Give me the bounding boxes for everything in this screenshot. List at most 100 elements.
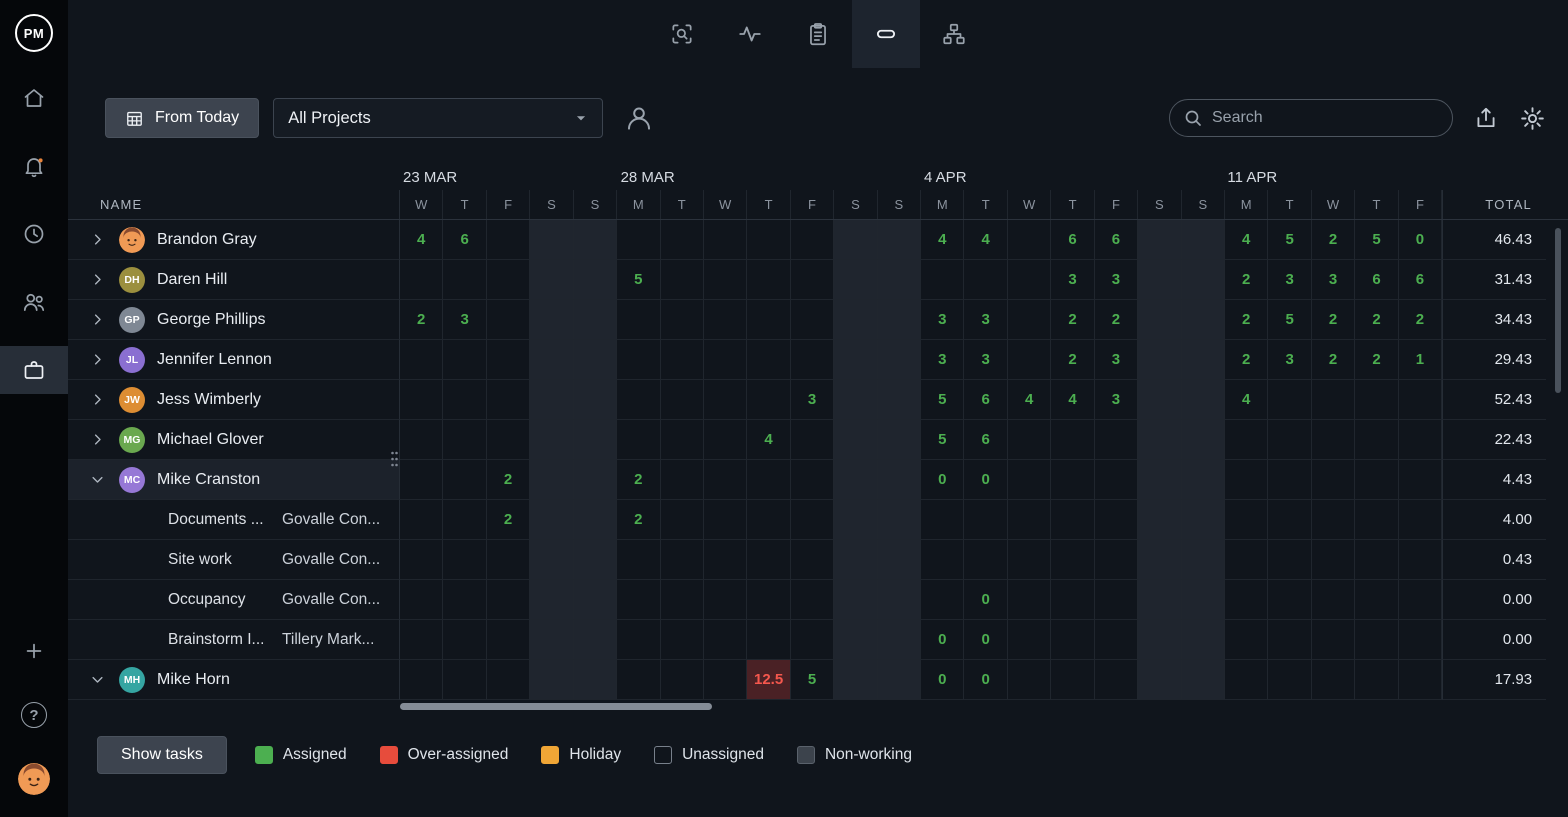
person-row[interactable]: MCMike Cranston22004.43 <box>68 460 1568 500</box>
day-cell[interactable]: 3 <box>921 340 964 380</box>
day-cell[interactable] <box>834 220 877 260</box>
day-cell[interactable] <box>530 460 573 500</box>
pm-logo[interactable]: PM <box>15 14 53 52</box>
day-cell[interactable] <box>1355 660 1398 700</box>
day-cell[interactable] <box>530 260 573 300</box>
day-cell[interactable] <box>530 300 573 340</box>
day-cell[interactable] <box>878 300 921 340</box>
day-cell[interactable] <box>1399 580 1442 620</box>
day-cell[interactable] <box>1138 540 1181 580</box>
day-cell[interactable] <box>1182 460 1225 500</box>
day-cell[interactable]: 2 <box>1355 300 1398 340</box>
day-cell[interactable]: 2 <box>1051 300 1094 340</box>
day-cell[interactable] <box>834 380 877 420</box>
day-cell[interactable] <box>964 260 1007 300</box>
chevron-right-icon[interactable] <box>90 352 106 367</box>
day-cell[interactable] <box>1182 300 1225 340</box>
day-cell[interactable] <box>617 220 660 260</box>
day-cell[interactable]: 3 <box>443 300 486 340</box>
chevron-down-icon[interactable] <box>90 472 106 487</box>
day-cell[interactable]: 3 <box>964 300 1007 340</box>
day-cell[interactable] <box>1095 660 1138 700</box>
day-cell[interactable] <box>617 300 660 340</box>
day-cell[interactable] <box>487 300 530 340</box>
day-cell[interactable] <box>443 580 486 620</box>
day-cell[interactable] <box>791 260 834 300</box>
day-cell[interactable] <box>1268 380 1311 420</box>
time-clock-icon[interactable] <box>0 210 68 258</box>
day-cell[interactable] <box>1225 540 1268 580</box>
day-cell[interactable] <box>704 500 747 540</box>
day-cell[interactable]: 4 <box>1051 380 1094 420</box>
day-cell[interactable] <box>530 500 573 540</box>
day-cell[interactable]: 5 <box>1268 300 1311 340</box>
day-cell[interactable] <box>747 500 790 540</box>
day-cell[interactable] <box>791 220 834 260</box>
day-cell[interactable] <box>747 380 790 420</box>
task-row[interactable]: Site workGovalle Con...0.43 <box>68 540 1568 580</box>
day-cell[interactable] <box>791 500 834 540</box>
day-cell[interactable] <box>878 380 921 420</box>
day-cell[interactable] <box>661 260 704 300</box>
day-cell[interactable] <box>617 420 660 460</box>
day-cell[interactable] <box>834 340 877 380</box>
day-cell[interactable]: 3 <box>1268 260 1311 300</box>
add-plus-icon[interactable] <box>0 627 68 675</box>
person-row[interactable]: MHMike Horn12.550017.93 <box>68 660 1568 700</box>
day-cell[interactable]: 2 <box>400 300 443 340</box>
day-cell[interactable] <box>400 460 443 500</box>
day-cell[interactable]: 4 <box>921 220 964 260</box>
day-cell[interactable] <box>1182 500 1225 540</box>
day-cell[interactable] <box>791 540 834 580</box>
day-cell[interactable] <box>661 420 704 460</box>
day-cell[interactable] <box>1051 460 1094 500</box>
day-cell[interactable] <box>747 300 790 340</box>
day-cell[interactable] <box>617 620 660 660</box>
day-cell[interactable] <box>1008 340 1051 380</box>
day-cell[interactable] <box>487 340 530 380</box>
day-cell[interactable] <box>661 460 704 500</box>
day-cell[interactable] <box>1399 380 1442 420</box>
day-cell[interactable] <box>1182 340 1225 380</box>
day-cell[interactable] <box>1138 340 1181 380</box>
day-cell[interactable] <box>1138 500 1181 540</box>
day-cell[interactable] <box>530 340 573 380</box>
day-cell[interactable] <box>1138 300 1181 340</box>
day-cell[interactable]: 5 <box>921 420 964 460</box>
day-cell[interactable] <box>443 420 486 460</box>
day-cell[interactable] <box>747 220 790 260</box>
horizontal-scrollbar[interactable] <box>400 700 1442 710</box>
day-cell[interactable] <box>661 500 704 540</box>
day-cell[interactable] <box>878 260 921 300</box>
day-cell[interactable] <box>400 620 443 660</box>
scan-search-icon[interactable] <box>648 0 716 68</box>
day-cell[interactable] <box>1051 540 1094 580</box>
day-cell[interactable] <box>878 340 921 380</box>
day-cell[interactable] <box>443 500 486 540</box>
day-cell[interactable] <box>443 540 486 580</box>
day-cell[interactable]: 4 <box>1225 380 1268 420</box>
day-cell[interactable]: 5 <box>617 260 660 300</box>
day-cell[interactable]: 2 <box>617 460 660 500</box>
day-cell[interactable] <box>1008 540 1051 580</box>
day-cell[interactable] <box>1182 660 1225 700</box>
day-cell[interactable] <box>834 500 877 540</box>
day-cell[interactable] <box>1355 540 1398 580</box>
day-cell[interactable] <box>747 460 790 500</box>
day-cell[interactable]: 4 <box>747 420 790 460</box>
day-cell[interactable]: 6 <box>964 380 1007 420</box>
day-cell[interactable]: 0 <box>964 620 1007 660</box>
day-cell[interactable] <box>661 620 704 660</box>
day-cell[interactable] <box>964 500 1007 540</box>
day-cell[interactable] <box>574 540 617 580</box>
day-cell[interactable] <box>443 620 486 660</box>
day-cell[interactable] <box>747 260 790 300</box>
day-cell[interactable] <box>704 580 747 620</box>
day-cell[interactable]: 3 <box>1312 260 1355 300</box>
day-cell[interactable] <box>921 580 964 620</box>
day-cell[interactable] <box>878 660 921 700</box>
day-cell[interactable] <box>530 620 573 660</box>
day-cell[interactable] <box>1008 620 1051 660</box>
day-cell[interactable] <box>1399 500 1442 540</box>
person-row[interactable]: Brandon Gray4644664525046.43 <box>68 220 1568 260</box>
